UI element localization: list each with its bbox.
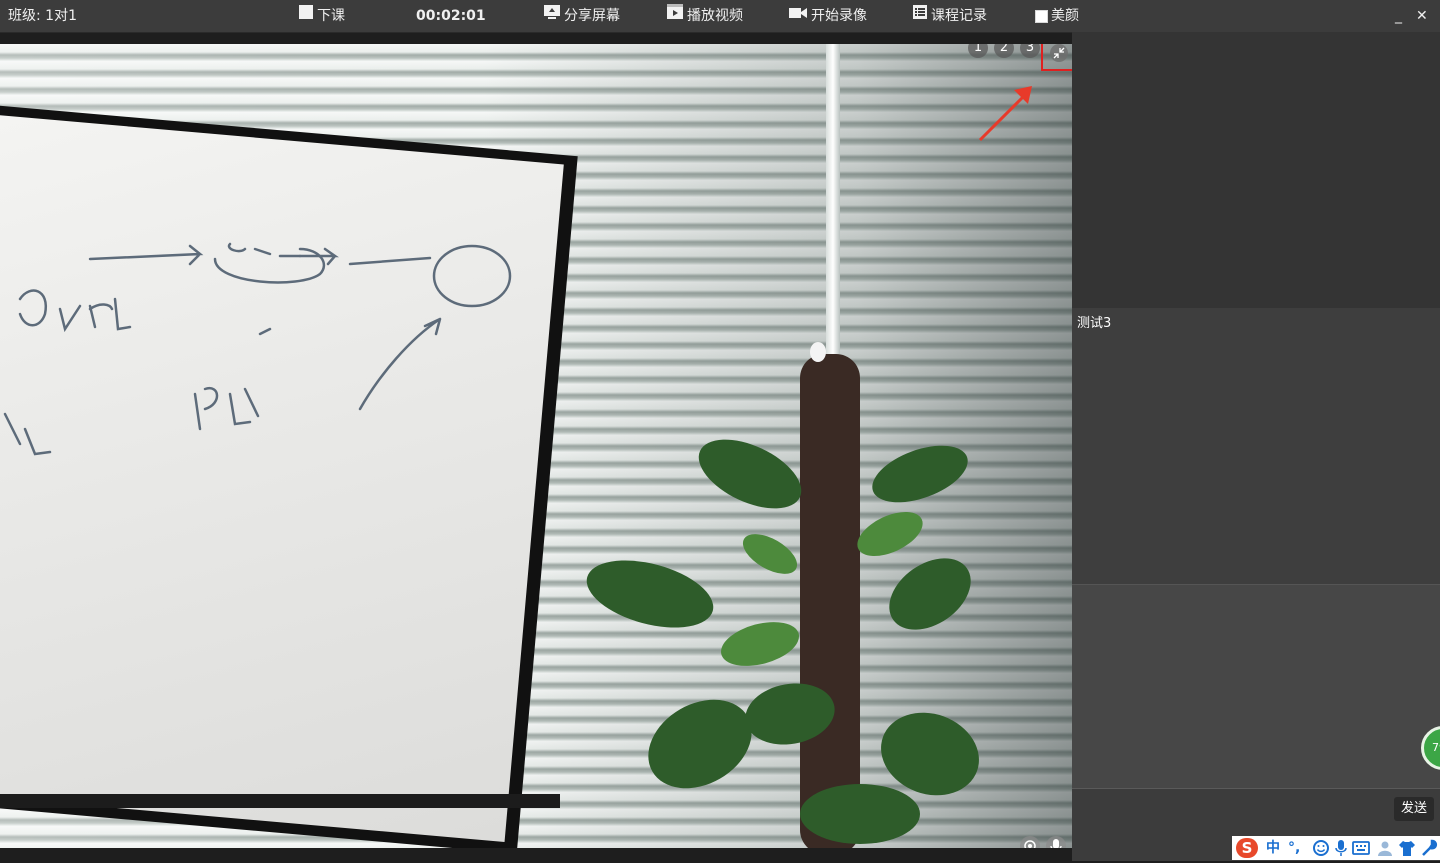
mic-icon[interactable] [1334,838,1348,858]
wrench-icon[interactable] [1420,838,1438,858]
smile-icon[interactable] [1312,838,1330,858]
collapse-icon [1050,44,1068,62]
top-toolbar: 班级: 1对1 下课 00:02:01 分享屏幕 播放视频 开始录像 课程记录 … [0,0,1440,33]
beauty-checkbox[interactable] [1035,9,1048,23]
share-screen-button[interactable]: 分享屏幕 [543,0,620,32]
mic-icon[interactable] [1046,836,1066,848]
ime-logo[interactable]: S [1236,838,1258,858]
video-camera-icon [788,0,808,32]
course-record-label: 课程记录 [931,8,987,24]
beauty-toggle[interactable]: 美颜 [1035,0,1079,32]
ime-mode[interactable]: 中 [1266,838,1280,858]
course-record-button[interactable]: 课程记录 [912,0,987,32]
end-class-label: 下课 [317,8,345,24]
class-label: 班级: 1对1 [8,8,77,24]
end-class-button[interactable]: 下课 [298,0,345,32]
student-name[interactable]: 测试3 [1077,312,1111,331]
class-timer: 00:02:01 [416,8,486,24]
user-icon[interactable] [1376,838,1394,858]
camera-icon[interactable] [1020,836,1040,848]
annotation-arrow [978,86,1032,142]
play-video-icon [666,0,684,32]
potted-plant [586,342,979,848]
start-recording-label: 开始录像 [811,8,867,24]
keyboard-icon[interactable] [1352,838,1370,858]
beauty-label: 美颜 [1051,8,1079,24]
video-stream: 1 2 3 [0,44,1072,848]
share-screen-label: 分享屏幕 [564,8,620,24]
end-class-icon [298,0,314,32]
ime-punct[interactable]: °, [1288,838,1300,858]
remote-video-panel [1072,32,1440,308]
minimize-button[interactable]: _ [1395,0,1402,32]
ime-toolbar: S 中 °, [1232,836,1440,860]
list-icon [912,0,928,32]
play-video-label: 播放视频 [687,8,743,24]
chat-history [1072,584,1440,789]
shirt-icon[interactable] [1398,838,1416,858]
start-recording-button[interactable]: 开始录像 [788,0,867,32]
play-video-button[interactable]: 播放视频 [666,0,743,32]
student-list: 测试3 [1072,308,1440,584]
close-button[interactable]: ✕ [1416,0,1428,32]
exit-fullscreen-button[interactable] [1041,44,1072,71]
send-button[interactable]: 发送 [1394,797,1434,821]
share-screen-icon [543,0,561,32]
